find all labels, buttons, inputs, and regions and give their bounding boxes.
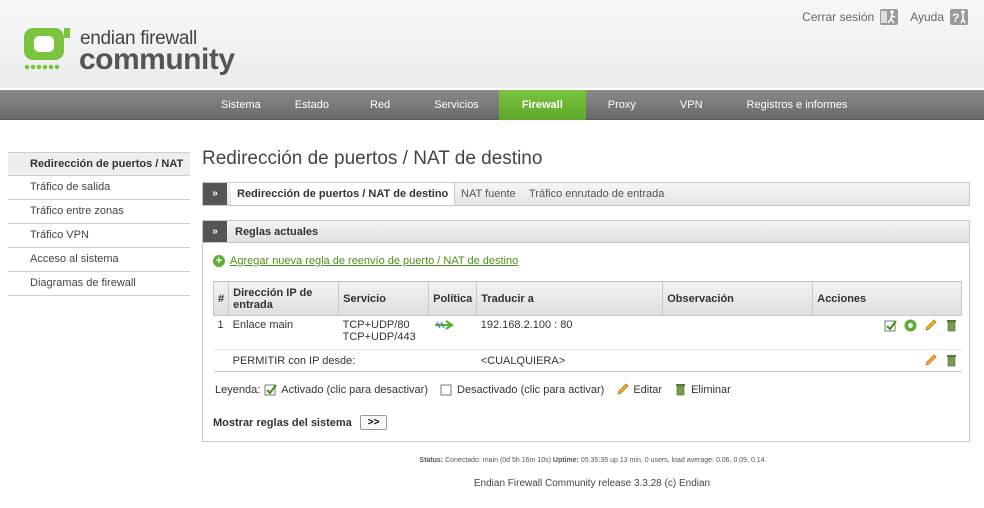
arrow-right-icon xyxy=(434,320,454,330)
top-links: Cerrar sesión Ayuda ? xyxy=(802,9,974,25)
rule-actions xyxy=(812,315,962,350)
nav-vpn[interactable]: VPN xyxy=(658,90,725,120)
sidebar-item-firewall-diagrams[interactable]: Diagramas de firewall xyxy=(8,272,190,296)
disabled-checkbox-icon xyxy=(440,384,452,396)
enabled-checkbox-icon xyxy=(264,384,278,396)
add-icon: + xyxy=(213,255,225,267)
col-translate: Traducir a xyxy=(476,281,664,316)
tab-dnat[interactable]: Redirección de puertos / NAT de destino xyxy=(231,183,456,205)
tab-incoming-routed[interactable]: Tráfico enrutado de entrada xyxy=(529,183,664,205)
sidebar-item-vpn-traffic[interactable]: Tráfico VPN xyxy=(8,224,190,248)
move-down-icon[interactable] xyxy=(904,319,917,332)
nav-registros[interactable]: Registros e informes xyxy=(725,90,870,120)
sidebar-item-inter-zone[interactable]: Tráfico entre zonas xyxy=(8,200,190,224)
main-nav: Sistema Estado Red Servicios Firewall Pr… xyxy=(0,90,984,120)
tabs-arrow-icon: » xyxy=(203,183,227,205)
logout-link[interactable]: Cerrar sesión xyxy=(802,10,874,24)
enabled-checkbox-icon[interactable] xyxy=(884,319,898,332)
endian-logo[interactable]: endian firewall community xyxy=(22,22,235,78)
sidebar: Redirección de puertos / NAT Tráfico de … xyxy=(8,152,190,296)
legend-edit: Editar xyxy=(633,383,663,396)
status-label: Status: xyxy=(419,457,444,464)
col-policy: Política xyxy=(428,281,478,316)
add-rule-link[interactable]: + Agregar nueva regla de reenvío de puer… xyxy=(213,255,518,267)
uptime-text: 05:35:35 up 13 min, 0 users, load averag… xyxy=(580,457,765,464)
rule-observation xyxy=(662,315,813,350)
show-system-rules-button[interactable]: >> xyxy=(359,415,388,430)
col-service: Servicio xyxy=(338,281,430,316)
legend-label: Leyenda: xyxy=(215,383,261,396)
edit-pencil-icon[interactable] xyxy=(924,354,938,367)
status-line: Status: Conectado: main (0d 5h 16m 10s) … xyxy=(0,457,984,464)
table-row: PERMITIR con IP desde: <CUALQUIERA> xyxy=(213,349,962,372)
col-entry-ip: Dirección IP de entrada xyxy=(228,281,340,316)
allow-row-translate: <CUALQUIERA> xyxy=(476,349,663,372)
box-arrow-icon: » xyxy=(203,221,227,242)
release-line: Endian Firewall Community release 3.3.28… xyxy=(473,478,711,489)
add-rule-link-text[interactable]: Agregar nueva regla de reenvío de puerto… xyxy=(230,255,518,267)
legend-delete: Eliminar xyxy=(691,383,731,396)
trash-icon xyxy=(676,384,686,396)
nav-sistema[interactable]: Sistema xyxy=(204,90,278,120)
nav-servicios[interactable]: Servicios xyxy=(414,90,499,120)
nav-estado[interactable]: Estado xyxy=(278,90,346,120)
rule-translate: 192.168.2.100 : 80 xyxy=(476,315,663,350)
allow-row-actions xyxy=(812,349,962,372)
svg-text:?: ? xyxy=(952,11,959,25)
tabs-bar: » Redirección de puertos / NAT de destin… xyxy=(202,182,970,206)
edit-pencil-icon[interactable] xyxy=(924,319,938,332)
rule-policy xyxy=(428,315,477,350)
legend-enabled: Activado (clic para desactivar) xyxy=(281,383,428,396)
edit-pencil-icon xyxy=(617,383,629,395)
system-rules: Mostrar reglas del sistema >> xyxy=(213,415,388,430)
rule-service-line1: TCP+UDP/80 xyxy=(342,319,410,331)
system-rules-label: Mostrar reglas del sistema xyxy=(213,416,352,429)
nav-firewall[interactable]: Firewall xyxy=(498,90,586,120)
nav-proxy[interactable]: Proxy xyxy=(586,90,658,120)
sidebar-item-outgoing-traffic[interactable]: Tráfico de salida xyxy=(8,176,190,200)
page-title: Redirección de puertos / NAT de destino xyxy=(202,148,543,169)
rule-num: 1 xyxy=(213,315,229,350)
help-icon[interactable]: ? xyxy=(950,9,968,25)
sidebar-item-port-forwarding[interactable]: Redirección de puertos / NAT xyxy=(8,152,190,176)
trash-icon[interactable] xyxy=(945,319,958,332)
rule-entry: Enlace main xyxy=(228,315,339,350)
current-rules-box: » Reglas actuales + Agregar nueva regla … xyxy=(202,220,970,442)
nav-red[interactable]: Red xyxy=(346,90,414,120)
col-actions: Acciones xyxy=(812,281,962,316)
uptime-label: Uptime: xyxy=(552,457,579,464)
rule-service-line2: TCP+UDP/443 xyxy=(342,331,416,343)
endian-logo-mark-icon xyxy=(24,28,70,70)
legend-disabled: Desactivado (clic para activar) xyxy=(457,383,605,396)
sidebar-item-system-access[interactable]: Acceso al sistema xyxy=(8,248,190,272)
logo-line2: community xyxy=(79,43,235,76)
rule-service: TCP+UDP/80 TCP+UDP/443 xyxy=(338,315,429,350)
tab-snat[interactable]: NAT fuente xyxy=(461,183,516,205)
box-title: Reglas actuales xyxy=(235,226,319,238)
col-observation: Observación xyxy=(662,281,814,316)
allow-row-label: PERMITIR con IP desde: xyxy=(228,349,429,372)
trash-icon[interactable] xyxy=(945,354,958,367)
col-num: # xyxy=(212,281,230,316)
rules-table: # Dirección IP de entrada Servicio Polít… xyxy=(212,281,962,372)
header: endian firewall community Cerrar sesión … xyxy=(0,0,984,88)
status-text: Conectado: main (0d 5h 16m 10s) xyxy=(445,457,551,464)
legend: Leyenda: Activado (clic para desactivar)… xyxy=(215,383,731,396)
box-header: » Reglas actuales xyxy=(203,221,969,243)
logout-icon[interactable] xyxy=(880,9,899,25)
help-link[interactable]: Ayuda xyxy=(910,10,944,24)
table-row: 1 Enlace main TCP+UDP/80 TCP+UDP/443 192… xyxy=(213,315,962,350)
